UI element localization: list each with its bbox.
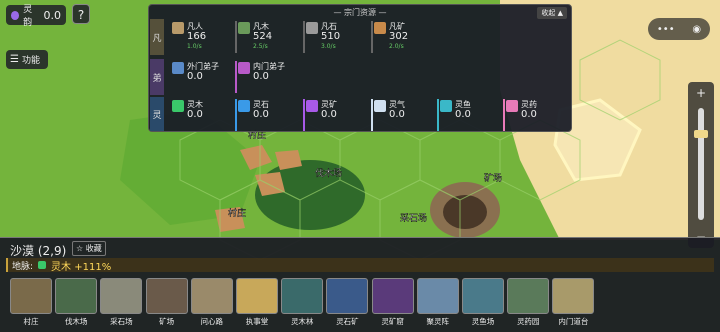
res-fanmu: 凡木 524 2.5/s <box>235 19 299 55</box>
building-thumbnail <box>236 278 278 314</box>
res-lingkuang: 灵矿 0.0 <box>303 97 367 133</box>
building-card[interactable]: 灵矿窟 <box>371 278 414 326</box>
building-thumbnail <box>416 278 459 314</box>
tile-info-panel: 沙漠 (2,9) ☆ 收藏 地脉: 灵木 +111% 村庄 伐木场 采石场 矿场 问心路… <box>0 237 720 332</box>
building-card[interactable]: 灵鱼场 <box>462 278 504 326</box>
fanmu-icon <box>238 22 250 34</box>
favorite-button[interactable]: ☆ 收藏 <box>72 241 106 256</box>
lingyao-icon <box>506 100 518 112</box>
vein-icon <box>38 261 47 269</box>
map-label-village2: 村庄 <box>228 207 246 219</box>
res-waimen: 外门弟子 0.0 <box>169 59 233 95</box>
row-label-di: 弟 <box>150 59 164 95</box>
help-button[interactable]: ? <box>72 4 90 24</box>
building-label: 聚灵阵 <box>426 317 450 326</box>
building-label: 内门道台 <box>558 317 589 326</box>
building-thumbnail <box>55 278 98 314</box>
building-thumbnail <box>507 278 550 314</box>
building-thumbnail <box>10 278 52 314</box>
menu-icon: ☰ <box>10 54 19 65</box>
res-fanshi: 凡石 510 3.0/s <box>303 19 367 55</box>
tile-title: 沙漠 (2,9) <box>10 244 67 258</box>
building-label: 村庄 <box>23 317 39 326</box>
building-label: 灵木林 <box>290 317 314 326</box>
row-label-ling: 灵 <box>150 97 164 131</box>
building-label: 问心路 <box>200 317 224 326</box>
map-label-mine: 矿场 <box>484 172 502 184</box>
map-label-lumber: 伐木场 <box>315 167 342 179</box>
building-label: 矿场 <box>159 317 175 326</box>
lingkuang-icon <box>306 100 318 112</box>
zoom-in-button[interactable]: + <box>691 84 711 102</box>
lingshi-icon <box>238 100 250 112</box>
building-thumbnail <box>100 278 143 314</box>
building-card[interactable]: 灵石矿 <box>326 278 369 326</box>
vein-label: 地脉: <box>12 261 34 272</box>
building-card[interactable]: 灵木林 <box>281 278 324 326</box>
building-thumbnail <box>371 278 414 314</box>
lingqi-icon <box>374 100 386 112</box>
fankuang-icon <box>374 22 386 34</box>
building-label: 采石场 <box>110 317 133 326</box>
building-card[interactable]: 村庄 <box>10 278 52 326</box>
row-label-fan: 凡 <box>150 19 164 55</box>
fanren-icon <box>172 22 184 34</box>
res-lingyu: 灵鱼 0.0 <box>437 97 501 133</box>
res-fankuang: 凡矿 302 2.0/s <box>371 19 435 55</box>
lingyu-icon <box>11 10 20 20</box>
close-icon[interactable]: ◉ <box>692 24 701 35</box>
zoom-control[interactable]: + − <box>688 82 714 248</box>
fanshi-icon <box>306 22 318 34</box>
neimen-icon <box>238 62 250 74</box>
building-thumbnail <box>145 278 188 314</box>
building-thumbnail <box>281 278 324 314</box>
building-card[interactable]: 内门道台 <box>552 278 595 326</box>
lingyu-label: 灵韵 <box>23 5 33 28</box>
vein-value: 灵木 +111% <box>51 261 112 273</box>
res-lingshi: 灵石 0.0 <box>235 97 299 133</box>
resource-panel: — 宗门资源 — 收起 ▲ 凡 弟 灵 凡人 166 1.0/s 凡木 524 2.5/… <box>148 4 572 132</box>
function-menu-button[interactable]: ☰ 功能 <box>6 50 48 69</box>
building-thumbnail <box>462 278 504 314</box>
lingyu-fish-icon <box>440 100 452 112</box>
lingmu-icon <box>172 100 184 112</box>
more-icon[interactable]: ••• <box>657 24 675 35</box>
building-thumbnail <box>552 278 595 314</box>
building-card[interactable]: 采石场 <box>100 278 143 326</box>
building-card[interactable]: 伐木场 <box>55 278 98 326</box>
collapse-button[interactable]: 收起 ▲ <box>537 7 567 19</box>
building-label: 灵药园 <box>516 317 540 326</box>
building-label: 灵矿窟 <box>381 317 404 326</box>
res-lingqi: 灵气 0.0 <box>371 97 435 133</box>
building-card[interactable]: 矿场 <box>145 278 188 326</box>
building-card[interactable]: 灵药园 <box>507 278 550 326</box>
function-label: 功能 <box>21 56 40 66</box>
resource-title: — 宗门资源 — <box>333 8 387 17</box>
zoom-slider-handle[interactable] <box>694 130 708 138</box>
res-lingyao: 灵药 0.0 <box>503 97 567 133</box>
miniprogram-capsule[interactable]: ••• ◉ <box>648 18 710 40</box>
vein-bar: 地脉: 灵木 +111% <box>6 258 714 273</box>
building-thumbnail <box>326 278 369 314</box>
building-card[interactable]: 执事堂 <box>236 278 278 326</box>
building-label: 灵鱼场 <box>471 317 495 326</box>
res-neimen: 内门弟子 0.0 <box>235 59 299 95</box>
waimen-icon <box>172 62 184 74</box>
lingyu-value: 0.0 <box>43 8 62 22</box>
lingyu-counter: 灵韵 0.0 <box>6 5 66 28</box>
building-thumbnail <box>190 278 233 314</box>
map-label-quarry: 采石场 <box>400 213 427 224</box>
building-card[interactable]: 聚灵阵 <box>416 278 459 326</box>
building-label: 灵石矿 <box>336 317 359 326</box>
building-label: 伐木场 <box>64 317 88 326</box>
res-lingmu: 灵木 0.0 <box>169 97 233 133</box>
zoom-slider-track[interactable] <box>698 108 704 220</box>
building-label: 执事堂 <box>245 317 269 326</box>
building-card[interactable]: 问心路 <box>190 278 233 326</box>
res-fanren: 凡人 166 1.0/s <box>169 19 233 55</box>
